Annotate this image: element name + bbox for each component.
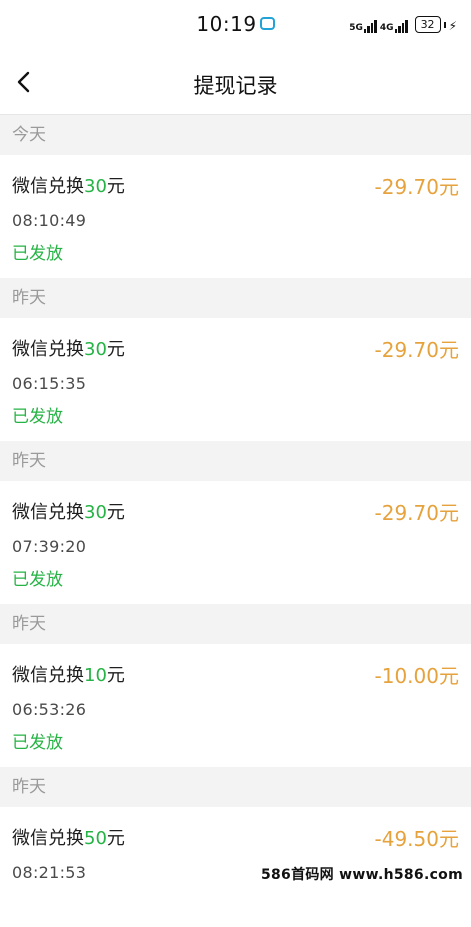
record-time: 06:15:35 — [12, 374, 87, 393]
record-title-amount: 30 — [84, 339, 107, 360]
record-time: 06:53:26 — [12, 700, 87, 719]
section-header-today: 今天 — [0, 115, 471, 155]
signal-bars-icon — [394, 20, 408, 33]
site-watermark: 586首码网 www.h586.com — [260, 867, 463, 883]
record-status: 已发放 — [12, 407, 63, 427]
signal-4g: 4G — [380, 20, 408, 33]
section-header-yesterday: 昨天 — [0, 441, 471, 481]
status-bar: 10:19 5G 4G 32 ⚡ — [0, 0, 471, 52]
chat-notification-icon — [259, 17, 275, 30]
record-title-suffix: 元 — [106, 176, 125, 197]
record-title-amount: 30 — [84, 502, 107, 523]
record-value: -29.70元 — [374, 501, 459, 525]
record-value: -29.70元 — [374, 338, 459, 362]
record-value: -49.50元 — [374, 827, 459, 851]
record-title-suffix: 元 — [106, 339, 125, 360]
record-time: 07:39:20 — [12, 537, 87, 556]
battery-level: 32 — [420, 18, 435, 31]
header: 提现记录 — [0, 52, 471, 115]
record-value: -29.70元 — [374, 175, 459, 199]
section-header-yesterday: 昨天 — [0, 604, 471, 644]
status-indicators: 5G 4G 32 ⚡ — [349, 16, 457, 33]
section-header-yesterday: 昨天 — [0, 278, 471, 318]
record-title-suffix: 元 — [106, 665, 125, 686]
record-title-suffix: 元 — [106, 502, 125, 523]
list-item[interactable]: 微信兑换30元 06:15:35 已发放 -29.70元 — [0, 318, 471, 441]
record-title-amount: 10 — [84, 665, 107, 686]
signal-4g-label: 4G — [379, 23, 394, 33]
withdrawal-record-list[interactable]: 今天 微信兑换30元 08:10:49 已发放 -29.70元 昨天 微信兑换3… — [0, 115, 471, 927]
record-title-amount: 30 — [84, 176, 107, 197]
list-item[interactable]: 微信兑换30元 07:39:20 已发放 -29.70元 — [0, 481, 471, 604]
status-time: 10:19 — [196, 12, 257, 36]
record-title-prefix: 微信兑换 — [12, 828, 84, 849]
section-header-yesterday: 昨天 — [0, 767, 471, 807]
record-value: -10.00元 — [374, 664, 459, 688]
record-title-prefix: 微信兑换 — [12, 502, 84, 523]
record-status: 已发放 — [12, 244, 63, 264]
charging-bolt-icon: ⚡ — [448, 19, 457, 33]
list-item[interactable]: 微信兑换10元 06:53:26 已发放 -10.00元 — [0, 644, 471, 767]
record-time: 08:10:49 — [12, 211, 87, 230]
record-title-prefix: 微信兑换 — [12, 176, 84, 197]
signal-bars-icon — [363, 20, 377, 33]
record-title-suffix: 元 — [106, 828, 125, 849]
battery-icon: 32 — [414, 16, 441, 33]
signal-5g-label: 5G — [349, 23, 363, 33]
page-title: 提现记录 — [193, 74, 278, 98]
list-item[interactable]: 微信兑换30元 08:10:49 已发放 -29.70元 — [0, 155, 471, 278]
record-title-prefix: 微信兑换 — [12, 665, 84, 686]
record-title-amount: 50 — [84, 828, 107, 849]
record-status: 已发放 — [12, 570, 63, 590]
signal-5g: 5G — [349, 20, 377, 33]
record-title-prefix: 微信兑换 — [12, 339, 84, 360]
record-status: 已发放 — [12, 733, 63, 753]
battery-cap — [443, 22, 446, 28]
